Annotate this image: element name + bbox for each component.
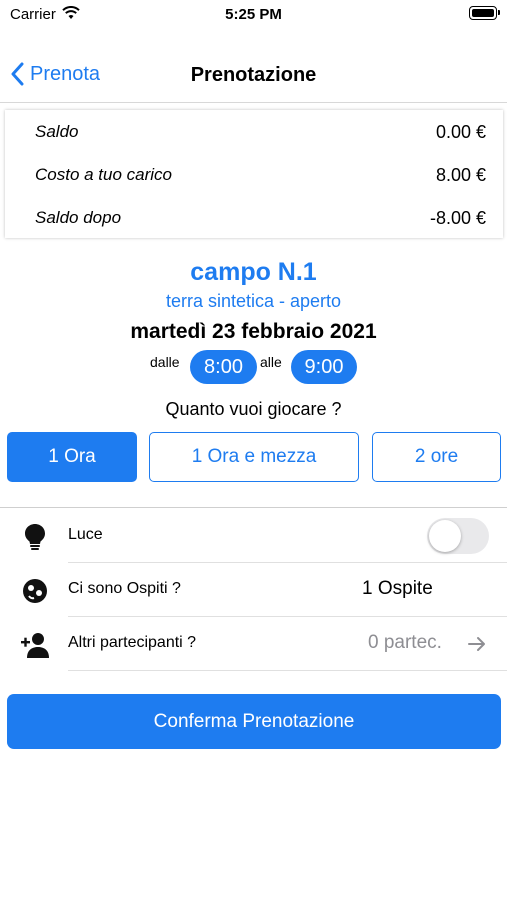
to-word: alle	[260, 354, 282, 370]
duration-question: Quanto vuoi giocare ?	[165, 399, 342, 419]
time-range: dalle 8:00 alle 9:00	[0, 350, 507, 386]
start-time-pill[interactable]: 8:00	[190, 350, 257, 384]
clock-time: 5:25 PM	[225, 6, 282, 23]
duration-option-2h[interactable]: 2 ore	[372, 432, 501, 482]
page-title: Prenotazione	[190, 64, 317, 86]
duration-option-1h30[interactable]: 1 Ora e mezza	[149, 432, 359, 482]
light-label: Luce	[68, 526, 103, 543]
balance-after-label: Saldo dopo	[35, 208, 122, 227]
balance-after-value: -8.00 €	[429, 208, 486, 228]
from-word: dalle	[150, 354, 180, 370]
guests-row[interactable]: Ci sono Ospiti ? 1 Ospite	[0, 563, 507, 617]
arrow-right-icon[interactable]	[467, 636, 487, 652]
guest-face-icon	[23, 579, 47, 603]
end-time-pill[interactable]: 9:00	[291, 350, 357, 384]
participants-label: Altri partecipanti ?	[68, 634, 197, 651]
navigation-bar: Prenota Prenotazione	[0, 50, 507, 103]
status-bar: Carrier 5:25 PM	[0, 0, 507, 30]
balance-card: Saldo 0.00 € Costo a tuo carico 8.00 € S…	[5, 110, 503, 238]
court-name: campo N.1	[190, 258, 317, 286]
booking-date: martedì 23 febbraio 2021	[130, 320, 377, 343]
duration-option-1h[interactable]: 1 Ora	[7, 432, 137, 482]
balance-label: Saldo	[35, 122, 79, 141]
battery-icon	[469, 6, 500, 20]
court-type: terra sintetica - aperto	[165, 291, 342, 311]
light-row: Luce	[0, 509, 507, 563]
guests-value: 1 Ospite	[362, 578, 433, 599]
participants-value: 0 partec.	[368, 632, 442, 653]
participants-row[interactable]: Altri partecipanti ? 0 partec.	[0, 617, 507, 671]
light-toggle[interactable]	[427, 518, 489, 554]
add-person-icon	[21, 633, 49, 658]
balance-value: 0.00 €	[435, 122, 486, 142]
balance-row: Saldo 0.00 €	[5, 110, 503, 152]
cost-row: Costo a tuo carico 8.00 €	[5, 153, 503, 195]
guests-label: Ci sono Ospiti ?	[68, 580, 181, 597]
balance-after-row: Saldo dopo -8.00 €	[5, 196, 503, 238]
section-divider	[0, 507, 507, 508]
confirm-booking-button[interactable]: Conferma Prenotazione	[7, 694, 501, 749]
cost-value: 8.00 €	[435, 165, 486, 185]
cost-label: Costo a tuo carico	[35, 165, 173, 184]
lightbulb-icon	[25, 524, 45, 550]
